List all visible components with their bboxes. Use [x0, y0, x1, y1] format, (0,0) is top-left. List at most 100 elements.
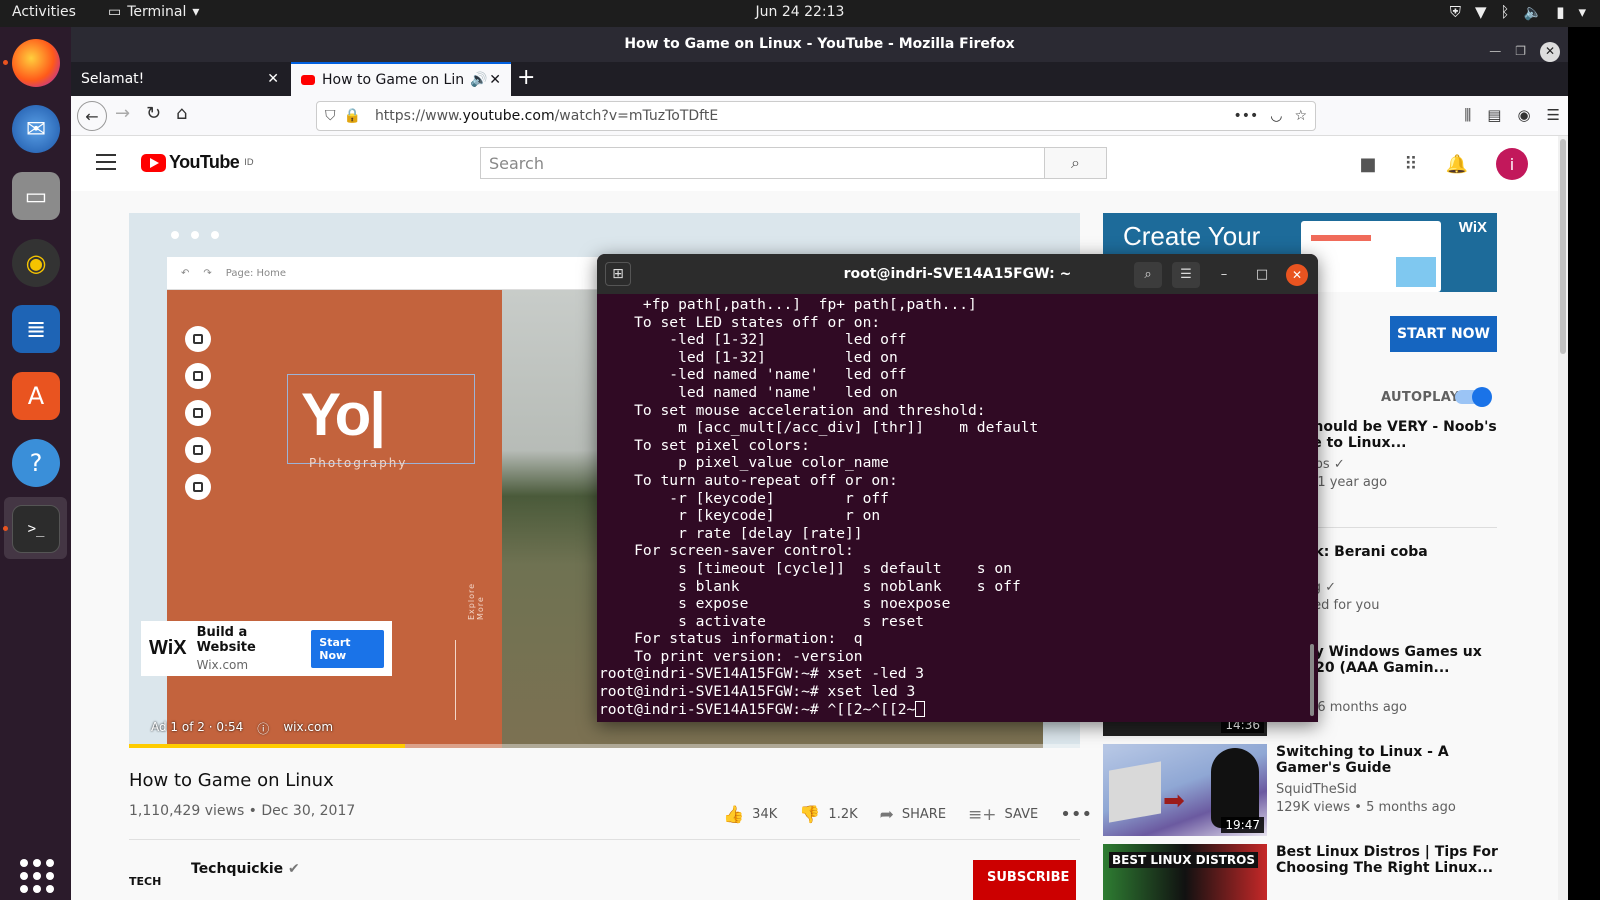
ad-info-icon[interactable]: ⓘ [257, 720, 269, 737]
back-button[interactable]: ← [77, 101, 107, 131]
home-button[interactable]: ⌂ [176, 103, 187, 124]
share-button[interactable]: ➦ SHARE [880, 805, 946, 825]
wix-logo: WiX [1458, 219, 1487, 236]
channel-avatar[interactable]: TECH [129, 858, 177, 888]
software-center-icon[interactable]: A [12, 372, 60, 420]
speaker-icon[interactable]: 🔊 [470, 72, 487, 88]
rhythmbox-icon[interactable]: ◉ [12, 239, 60, 287]
recommendation-item[interactable]: BEST LINUX DISTROS Best Linux Distros | … [1103, 844, 1503, 900]
close-icon[interactable]: ✕ [1540, 41, 1560, 62]
save-label: SAVE [1004, 807, 1039, 822]
terminal-window[interactable]: ⊞ root@indri-SVE14A15FGW: ~ ⌕ ☰ – □ ✕ +f… [597, 254, 1318, 722]
ad-hero-panel: Yo| Photography Explore More [167, 290, 502, 748]
save-button[interactable]: ≡+ SAVE [968, 805, 1038, 825]
undo-icon: ↶ [181, 267, 190, 279]
ad-editor-tools [185, 326, 211, 500]
like-button[interactable]: 👍 34K [723, 805, 777, 825]
terminal-prompt-line[interactable]: root@indri-SVE14A15FGW:~# ^[[2~^[[2~ [599, 700, 1303, 719]
chevron-down-icon[interactable]: ▾ [1578, 3, 1586, 21]
ad-progress-bar[interactable] [129, 744, 1080, 748]
help-icon[interactable]: ? [12, 439, 60, 487]
guide-menu-icon[interactable] [96, 154, 116, 175]
avatar[interactable]: i [1496, 148, 1528, 180]
library-icon[interactable]: ⫼ [1464, 106, 1471, 124]
terminal-output[interactable]: +fp path[,path...] fp+ path[,path...] To… [599, 296, 1303, 720]
url-text[interactable]: https://www.youtube.com/watch?v=mTuzToTD… [375, 108, 718, 124]
page-actions-icon[interactable]: ••• [1233, 108, 1258, 124]
reload-button[interactable]: ↻ [146, 103, 161, 124]
autoplay-toggle[interactable] [1455, 387, 1492, 407]
subscribe-button[interactable]: SUBSCRIBE [973, 860, 1076, 900]
minimize-icon[interactable]: – [1210, 262, 1238, 288]
thumbs-down-icon: 👎 [799, 804, 821, 825]
shield-icon[interactable]: ⛨ [1450, 3, 1461, 21]
recommendation-title[interactable]: Best Linux Distros | Tips For Choosing T… [1276, 844, 1501, 876]
playlist-add-icon: ≡+ [968, 804, 997, 825]
terminal-line: root@indri-SVE14A15FGW:~# xset led 3 [599, 683, 916, 701]
bookmark-star-icon[interactable]: ☆ [1294, 108, 1307, 124]
system-tray[interactable]: ⛨ ▼ ᛒ 🔈 ▮ ▾ [1450, 3, 1586, 21]
new-tab-icon[interactable]: ⊞ [605, 262, 631, 286]
tab-youtube[interactable]: How to Game on Linux 🔊 ✕ [291, 62, 511, 96]
search-icon[interactable]: ⌕ [1134, 262, 1162, 288]
youtube-logo[interactable]: YouTube ID [141, 152, 254, 173]
thunderbird-icon[interactable]: ✉ [12, 105, 60, 153]
lock-icon[interactable]: 🔒 [344, 108, 361, 124]
terminal-icon[interactable]: >_ [12, 505, 60, 553]
tab-label: How to Game on Linux [322, 72, 464, 88]
close-tab-icon[interactable]: ✕ [267, 71, 279, 87]
search-input[interactable]: Search [480, 147, 1045, 179]
new-tab-button[interactable]: + [517, 65, 535, 90]
recommendation-thumbnail[interactable]: ➡ 19:47 [1103, 744, 1267, 836]
forward-button[interactable]: → [115, 103, 130, 124]
youtube-play-icon [141, 153, 166, 172]
more-actions-icon[interactable]: ••• [1060, 804, 1092, 825]
ad-card[interactable]: WiX Build a Website Wix.com Start Now [141, 621, 392, 676]
terminal-titlebar[interactable]: ⊞ root@indri-SVE14A15FGW: ~ ⌕ ☰ – □ ✕ [597, 254, 1318, 294]
terminal-line: For status information: q [599, 630, 863, 648]
page-scrollbar[interactable] [1558, 136, 1568, 900]
bluetooth-icon[interactable]: ᛒ [1501, 3, 1510, 21]
url-prefix: https://www. [374, 108, 463, 124]
pocket-icon[interactable]: ◡ [1270, 108, 1282, 124]
firefox-icon[interactable] [12, 39, 60, 87]
tab-label: Selamat! [81, 71, 145, 87]
maximize-icon[interactable]: □ [1248, 262, 1276, 288]
volume-icon[interactable]: 🔈 [1524, 3, 1543, 21]
url-bar[interactable]: ⛉ 🔒 https://www.youtube.com/watch?v=mTuz… [316, 101, 1316, 131]
sidebar-icon[interactable]: ▤ [1487, 106, 1501, 124]
tab-selamat[interactable]: Selamat! ✕ [71, 62, 289, 96]
thumbnail-text: BEST LINUX DISTROS [1109, 852, 1259, 868]
terminal-line: -led named 'name' led off [599, 366, 907, 384]
menu-icon[interactable]: ☰ [1547, 106, 1560, 124]
ad-start-now-button[interactable]: Start Now [311, 629, 384, 668]
recommendation-thumbnail[interactable]: BEST LINUX DISTROS [1103, 844, 1267, 900]
youtube-favicon-icon [301, 75, 315, 85]
apps-grid-icon[interactable]: ⠿ [1404, 154, 1417, 175]
clock[interactable]: Jun 24 22:13 [0, 4, 1600, 20]
recommendation-item[interactable]: ➡ 19:47 Switching to Linux - A Gamer's G… [1103, 744, 1503, 838]
account-icon[interactable]: ◉ [1517, 106, 1530, 124]
terminal-scrollbar[interactable] [1310, 644, 1314, 716]
search-button[interactable]: ⌕ [1044, 147, 1107, 179]
hamburger-menu-icon[interactable]: ☰ [1172, 262, 1200, 288]
sidebar-ad-start-now-button[interactable]: START NOW [1390, 316, 1497, 352]
libreoffice-writer-icon[interactable]: ≣ [12, 305, 60, 353]
files-icon[interactable]: ▭ [12, 172, 60, 220]
ad-hero-text: Yo| [301, 381, 386, 448]
wifi-icon[interactable]: ▼ [1475, 3, 1487, 21]
recommendation-title[interactable]: Switching to Linux - A Gamer's Guide [1276, 744, 1501, 776]
notifications-bell-icon[interactable]: 🔔 [1446, 154, 1468, 175]
dock: ✉ ▭ ◉ ≣ A ? >_ [0, 27, 71, 900]
show-applications-icon[interactable] [20, 859, 54, 893]
terminal-line: r [keycode] r on [599, 507, 881, 525]
battery-icon[interactable]: ▮ [1556, 3, 1564, 21]
create-video-icon[interactable]: ■ [1359, 154, 1376, 175]
close-tab-icon[interactable]: ✕ [489, 72, 501, 88]
dislike-button[interactable]: 👎 1.2K [799, 805, 857, 825]
terminal-line: s blank s noblank s off [599, 577, 1021, 595]
close-icon[interactable]: ✕ [1286, 264, 1308, 286]
ad-link[interactable]: wix.com [283, 720, 333, 737]
tracking-protection-icon[interactable]: ⛉ [325, 108, 336, 124]
channel-name[interactable]: Techquickie ✔ [191, 861, 300, 877]
